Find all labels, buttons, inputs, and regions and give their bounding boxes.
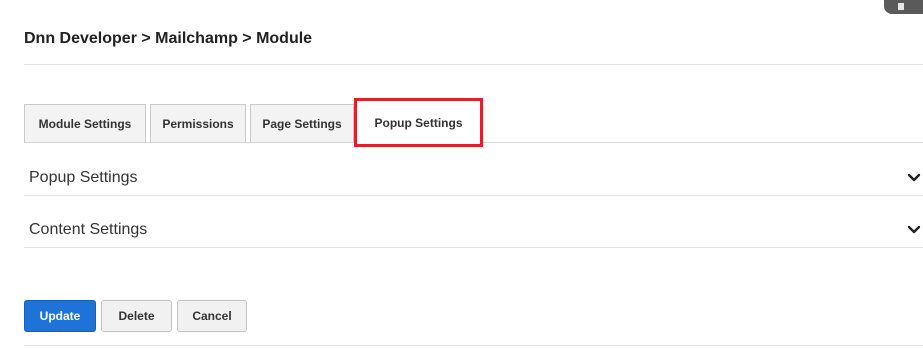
section-content-settings[interactable]: Content Settings — [29, 218, 923, 242]
tab-popup-settings[interactable]: Popup Settings — [354, 98, 483, 147]
chevron-down-icon — [907, 173, 921, 182]
section-title: Content Settings — [29, 221, 148, 238]
update-button[interactable]: Update — [24, 300, 96, 332]
section-divider — [24, 195, 923, 196]
edit-mode-toggle[interactable] — [884, 0, 923, 14]
module-settings-page: Dnn Developer > Mailchamp > Module Modul… — [0, 0, 923, 349]
header-divider — [24, 64, 923, 65]
cancel-button[interactable]: Cancel — [177, 300, 247, 332]
tab-module-settings[interactable]: Module Settings — [24, 104, 146, 142]
chevron-down-icon — [907, 225, 921, 234]
section-popup-settings[interactable]: Popup Settings — [29, 166, 923, 190]
breadcrumb: Dnn Developer > Mailchamp > Module — [24, 30, 313, 47]
section-divider — [24, 247, 923, 248]
tab-permissions[interactable]: Permissions — [150, 104, 246, 142]
section-title: Popup Settings — [29, 169, 138, 186]
tab-page-settings[interactable]: Page Settings — [250, 104, 354, 142]
delete-button[interactable]: Delete — [101, 300, 172, 332]
footer-divider — [24, 345, 923, 346]
